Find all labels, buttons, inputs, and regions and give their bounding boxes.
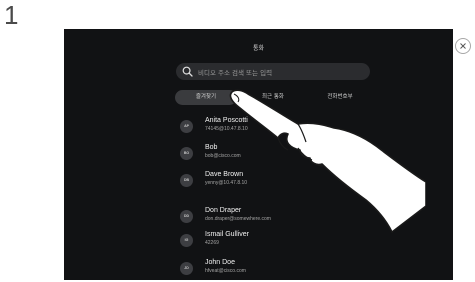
avatar: IG xyxy=(180,234,193,247)
contact-name: Bob xyxy=(205,144,218,151)
avatar: BO xyxy=(180,147,193,160)
avatar: AP xyxy=(180,120,193,133)
pointing-hand-icon xyxy=(229,89,426,233)
avatar: DB xyxy=(180,174,193,187)
contact-address: hfveat@cisco.com xyxy=(205,268,246,274)
close-icon xyxy=(460,43,466,49)
avatar: JD xyxy=(180,262,193,275)
contact-address: 42269 xyxy=(205,240,219,246)
close-button[interactable] xyxy=(455,38,471,54)
contact-name: John Doe xyxy=(205,259,235,266)
avatar: DD xyxy=(180,210,193,223)
contact-row[interactable]: JD John Doe hfveat@cisco.com xyxy=(64,258,453,280)
search-icon xyxy=(182,66,193,77)
step-number: 1 xyxy=(4,0,19,30)
search-field[interactable]: 비디오 주소 검색 또는 입력 xyxy=(176,63,370,80)
search-placeholder: 비디오 주소 검색 또는 입력 xyxy=(198,68,273,77)
screen-title: 통화 xyxy=(252,45,265,52)
